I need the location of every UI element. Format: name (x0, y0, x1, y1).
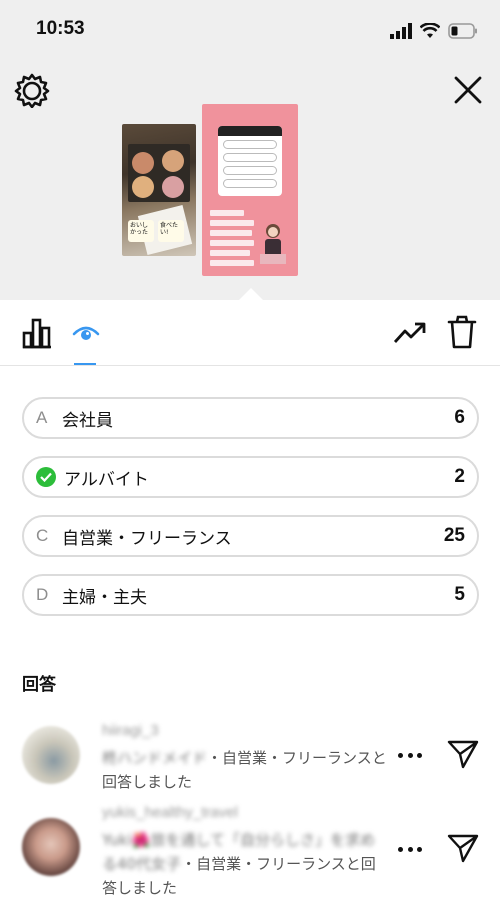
more-options-button[interactable] (398, 844, 422, 854)
avatar[interactable] (22, 818, 80, 876)
story-text-line (210, 250, 250, 256)
story-text-line (210, 220, 254, 226)
story-photo-cake (132, 176, 154, 198)
option-letter: C (36, 526, 49, 545)
story-illustration-person (260, 224, 286, 264)
gear-icon[interactable] (14, 72, 50, 108)
send-icon[interactable] (446, 832, 480, 864)
insights-tabbar (0, 300, 500, 366)
option-count: 2 (454, 466, 465, 487)
option-label: 自営業・フリーランス (62, 528, 232, 549)
check-icon (36, 467, 56, 487)
status-time: 10:53 (36, 18, 85, 39)
response-username[interactable]: hiiragi_3 (102, 722, 159, 739)
option-label: 主婦・主夫 (62, 587, 147, 608)
status-icons (390, 20, 478, 42)
poll-option-c[interactable]: C 自営業・フリーランス 25 (22, 515, 479, 557)
bar-chart-icon[interactable] (20, 316, 54, 350)
option-label: アルバイト (64, 469, 149, 490)
more-options-button[interactable] (398, 750, 422, 760)
option-count: 6 (454, 407, 465, 428)
story-preview-header: 10:53 おいし かった 食べた い! (0, 0, 500, 301)
story-poll-sticker (218, 126, 282, 196)
story-photo-cake (132, 152, 154, 174)
poll-option-d[interactable]: D 主婦・主夫 5 (22, 574, 479, 616)
trash-icon[interactable] (446, 314, 478, 350)
story-photo-cake (162, 176, 184, 198)
story-text-line (210, 230, 252, 236)
story-text-line (210, 210, 244, 216)
option-letter: A (36, 408, 48, 427)
signal-icon (390, 23, 412, 39)
story-thumbnail-2[interactable] (202, 104, 298, 276)
option-count: 25 (443, 525, 465, 546)
story-sticker: 食べた い! (158, 220, 184, 242)
story-thumbnail-1[interactable]: おいし かった 食べた い! (122, 124, 196, 256)
poll-option-b[interactable]: アルバイト 2 (22, 456, 479, 498)
send-icon[interactable] (446, 738, 480, 770)
story-photo-cake (162, 150, 184, 172)
responses-heading: 回答 (22, 675, 56, 695)
response-text: 柊ハンドメイド・自営業・フリーランスと回答しました (102, 746, 387, 794)
option-count: 5 (454, 584, 465, 605)
response-username[interactable]: yukis_healthy_travel (102, 804, 238, 821)
active-tab-indicator (74, 363, 96, 365)
battery-icon (448, 23, 477, 39)
option-letter: D (36, 585, 49, 604)
story-sticker: おいし かった (128, 220, 154, 242)
story-text-line (210, 260, 254, 266)
poll-option-a[interactable]: A 会社員 6 (22, 397, 479, 439)
option-label: 会社員 (62, 410, 113, 431)
trending-up-icon[interactable] (392, 318, 428, 348)
response-text: Yuki🌺旅を通して「自分らしさ」を求める40代女子・自営業・フリーランスと回答… (102, 828, 387, 900)
avatar[interactable] (22, 726, 80, 784)
wifi-icon (420, 23, 440, 38)
close-icon[interactable] (450, 72, 486, 108)
response-bio: 柊ハンドメイド (102, 749, 208, 767)
eye-icon[interactable] (72, 320, 100, 346)
story-text-line (210, 240, 254, 246)
